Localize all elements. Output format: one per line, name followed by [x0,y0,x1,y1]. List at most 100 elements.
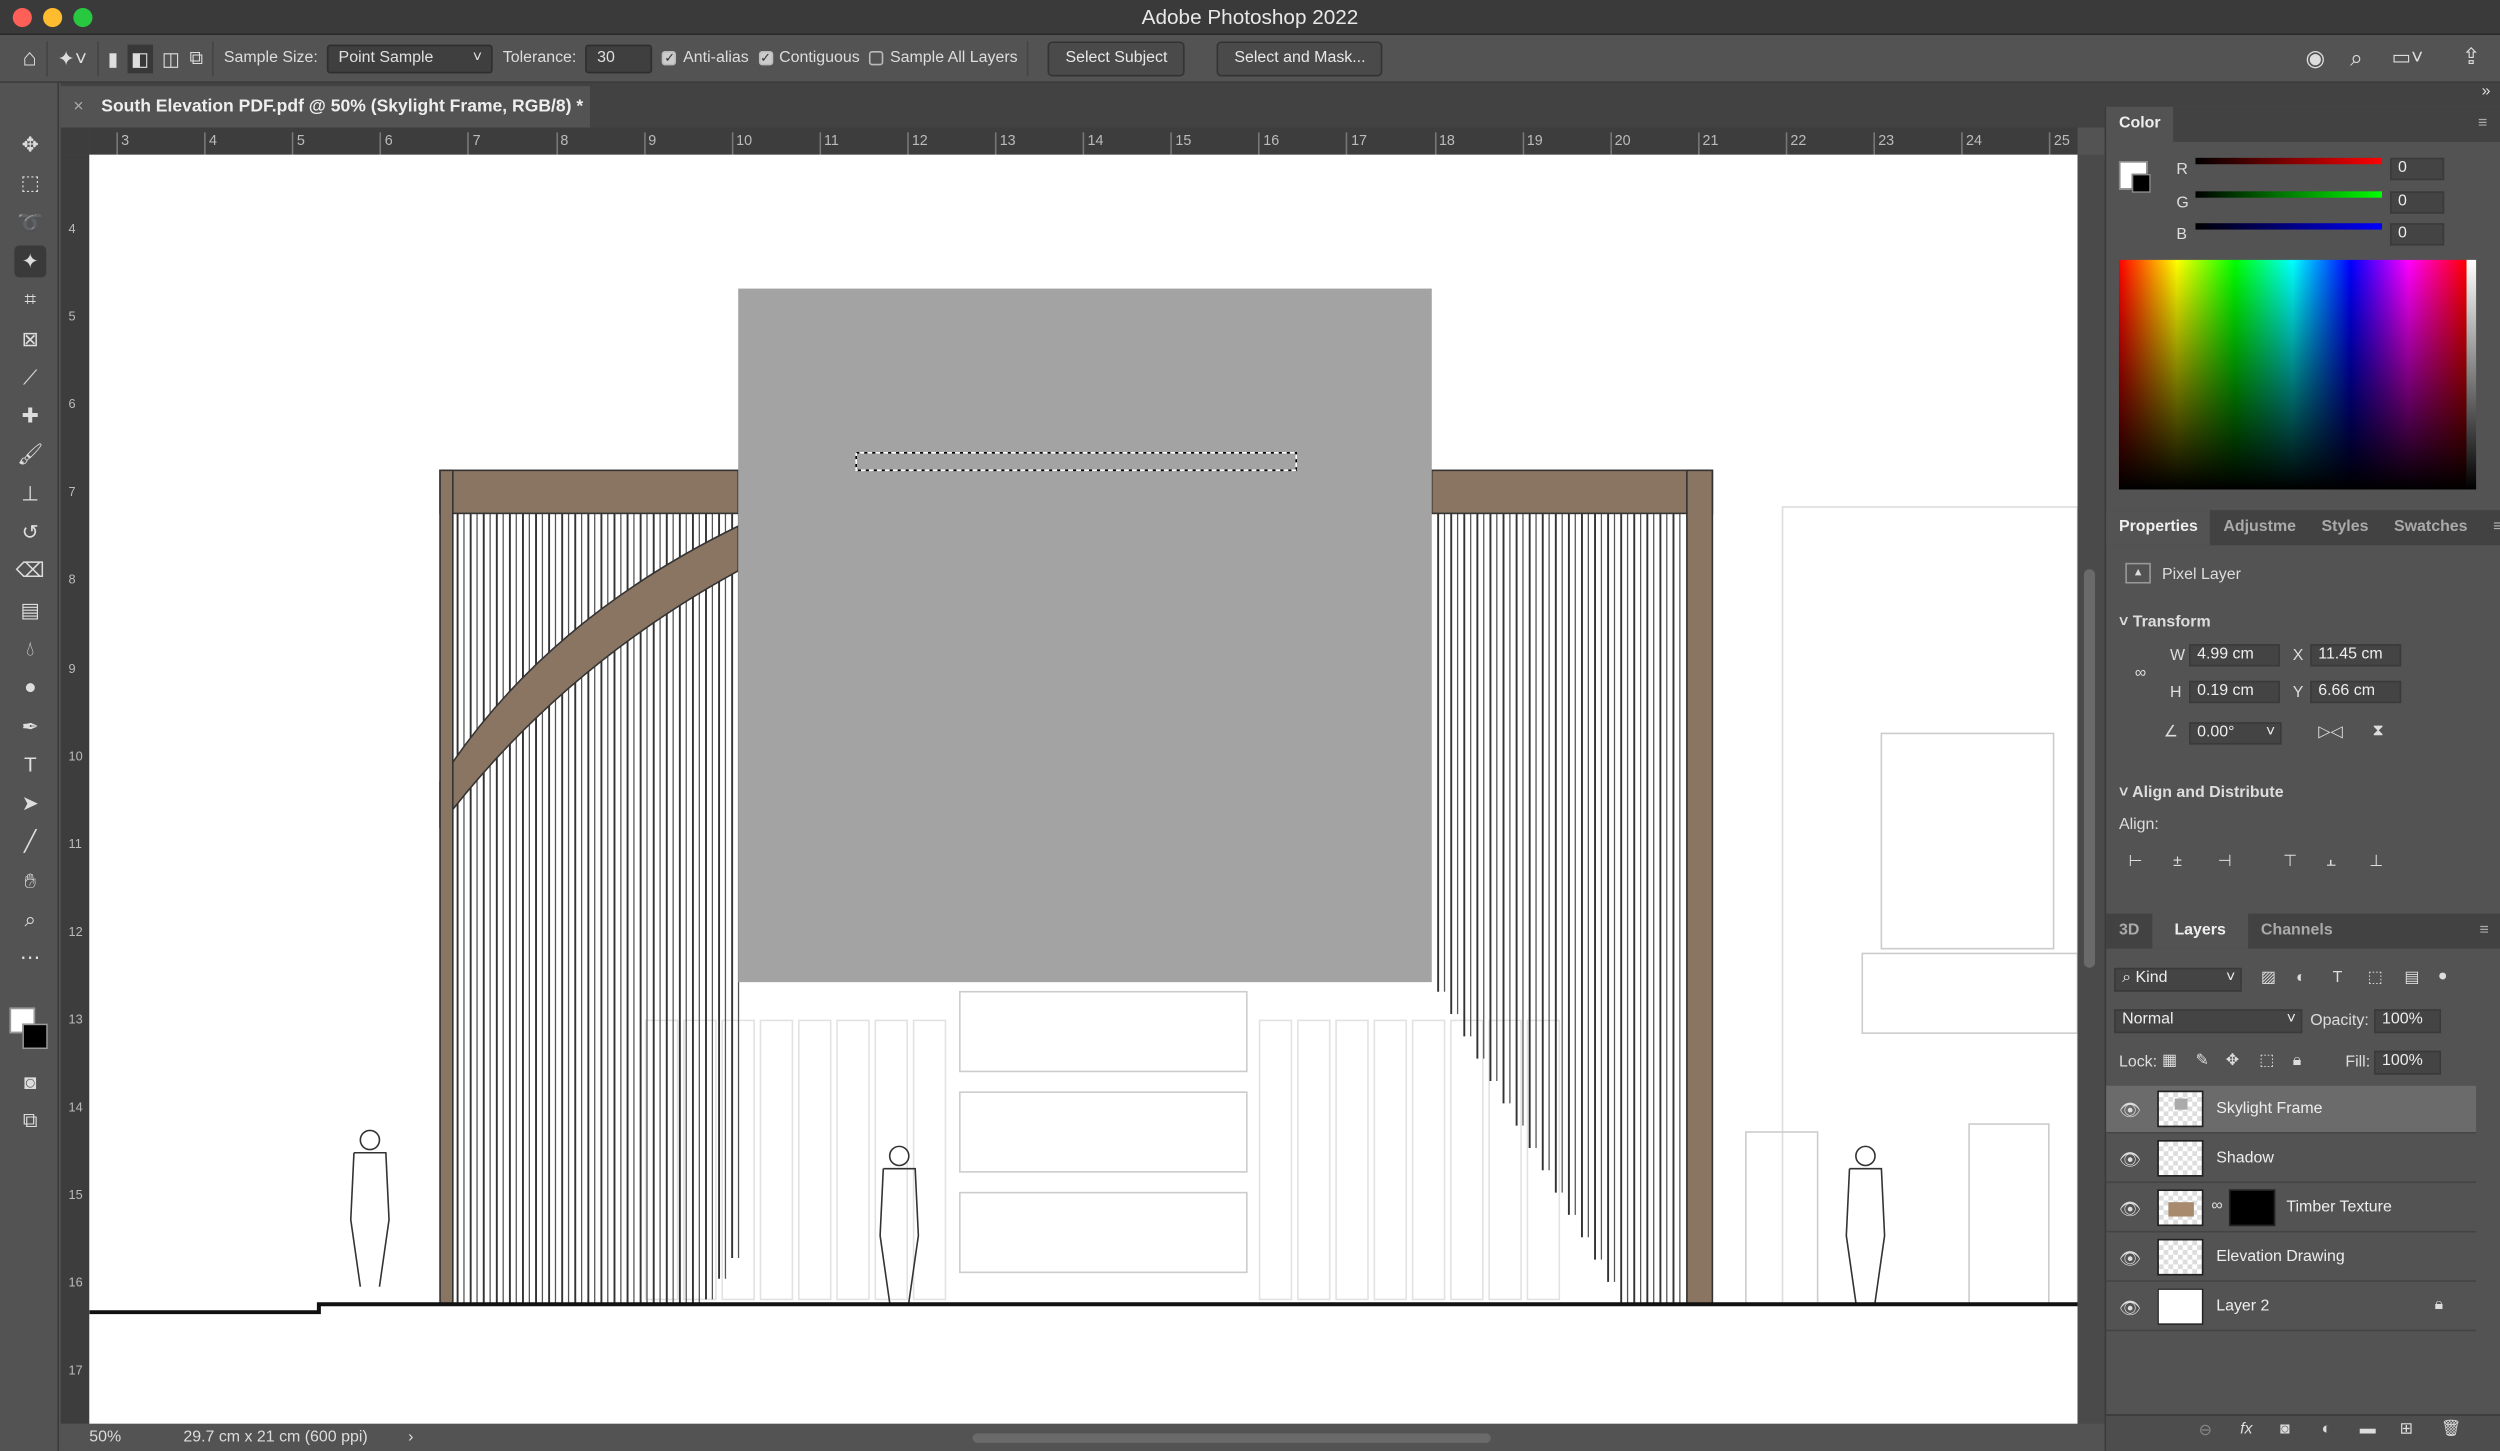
tab-swatches[interactable]: Swatches [2381,510,2480,545]
color-spectrum[interactable] [2118,259,2467,490]
gradient-tool-icon[interactable]: ▤ [14,594,46,626]
document-canvas[interactable] [89,154,2078,1424]
brush-tool-icon[interactable]: 🖌︎ [14,439,46,471]
blend-mode-select[interactable]: Normal ˅ [2114,1009,2303,1034]
tab-styles[interactable]: Styles [2309,510,2381,545]
layer-elevation-drawing[interactable]: 👁︎ Elevation Drawing [2106,1234,2477,1282]
scroll-thumb[interactable] [2083,569,2096,968]
eraser-tool-icon[interactable]: ⌫ [14,555,46,587]
path-selection-tool-icon[interactable]: ➤ [14,788,46,820]
filter-type-icon[interactable]: T [2333,969,2343,987]
adjustment-layer-icon[interactable]: ◐ [2321,1421,2331,1439]
share-icon[interactable]: ⇪ [2462,43,2481,70]
flip-horizontal-icon[interactable]: ▷◁ [2318,724,2343,742]
magic-wand-tool-icon[interactable]: ✦ [14,245,47,278]
workspace-icon[interactable]: ▭˅ [2392,45,2424,71]
status-arrow[interactable]: › [408,1424,413,1451]
filter-adjustment-icon[interactable]: ◐ [2296,969,2306,987]
horizontal-ruler[interactable]: 3 4 5 6 7 8 9 10 11 12 13 14 15 16 17 18 19 20 21 22 23 24 25 [89,127,2078,155]
align-middle-v-icon[interactable]: ⫠ [2326,853,2336,871]
background-color-icon[interactable] [22,1023,48,1050]
red-slider[interactable] [2195,157,2383,165]
angle-field[interactable]: 0.00° ˅ [2189,722,2282,745]
lock-paint-icon[interactable]: ✎ [2195,1052,2208,1070]
b-value[interactable]: 0 [2390,223,2445,246]
new-group-icon[interactable]: ▬ [2360,1421,2376,1439]
intersect-selection-icon[interactable]: ⧉ [189,46,203,70]
close-window-button[interactable] [12,7,32,28]
quick-mask-icon[interactable]: ◙ [14,1067,46,1099]
stamp-tool-icon[interactable]: ⊥ [14,478,46,510]
zoom-tool-icon[interactable]: ⌕ [14,904,46,936]
width-field[interactable]: 4.99 cm [2189,644,2280,667]
delete-layer-icon[interactable]: 🗑︎ [2441,1421,2461,1439]
green-slider[interactable] [2195,191,2383,198]
g-value[interactable]: 0 [2390,191,2445,214]
tab-3d[interactable]: 3D [2106,914,2152,949]
learn-icon[interactable]: ◉ [2306,45,2325,72]
align-left-icon[interactable]: ⊢ [2129,853,2143,871]
frame-tool-icon[interactable]: ⊠ [14,323,46,355]
align-distribute-section[interactable]: ˅ Align and Distribute [2119,784,2284,802]
contiguous-checkbox[interactable]: ✓ Contiguous [758,49,860,67]
y-field[interactable]: 6.66 cm [2310,680,2402,704]
align-bottom-icon[interactable]: ⊥ [2369,853,2383,871]
transform-section[interactable]: ˅ Transform [2119,614,2211,632]
add-mask-icon[interactable]: ◙ [2280,1421,2290,1439]
panel-collapse-bar[interactable]: » [2104,82,2500,107]
eye-icon[interactable]: 👁︎ [2119,1298,2141,1318]
dodge-tool-icon[interactable]: ● [14,672,46,704]
select-and-mask-button[interactable]: Select and Mask... [1216,40,1384,76]
lock-all-icon[interactable]: 🔒︎ [2293,1052,2301,1070]
layer-skylight-frame[interactable]: 👁︎ Skylight Frame [2106,1085,2477,1134]
align-right-icon[interactable]: ⊣ [2218,853,2232,871]
anti-alias-checkbox[interactable]: ✓ Anti-alias [662,49,749,67]
lock-transparent-icon[interactable]: ▦ [2162,1052,2177,1070]
layer-filter-select[interactable]: ⌕ Kind ˅ [2114,967,2242,992]
healing-brush-tool-icon[interactable]: ✚ [14,400,46,432]
new-layer-icon[interactable]: ⊞ [2400,1421,2413,1439]
new-selection-icon[interactable]: ▮ [108,47,119,69]
tab-channels[interactable]: Channels [2248,914,2345,949]
r-value[interactable]: 0 [2390,157,2445,181]
history-brush-tool-icon[interactable]: ↺ [14,517,46,549]
filter-shape-icon[interactable]: ⬚ [2368,969,2383,987]
filter-toggle-icon[interactable]: ● [2438,968,2448,986]
select-subject-button[interactable]: Select Subject [1047,40,1185,76]
filter-pixel-icon[interactable]: ▨ [2261,969,2276,987]
fill-field[interactable]: 100% [2374,1050,2442,1075]
marquee-tool-icon[interactable]: ⬚ [14,168,46,200]
vertical-scrollbar[interactable] [2077,154,2105,1424]
zoom-level[interactable]: 50% [89,1424,121,1451]
crop-tool-icon[interactable]: ⌗ [14,284,46,316]
magic-wand-preset-icon[interactable]: ✦˅ [57,45,86,71]
filter-smart-object-icon[interactable]: ▤ [2404,969,2419,987]
sample-all-layers-checkbox[interactable]: Sample All Layers [869,49,1018,67]
pen-tool-icon[interactable]: ✒︎ [14,710,46,742]
search-icon[interactable]: ⌕ [2350,45,2363,72]
move-tool-icon[interactable]: ✥ [14,129,46,161]
type-tool-icon[interactable]: T [14,749,46,781]
background-color-swatch[interactable] [2131,173,2151,193]
tab-color[interactable]: Color [2106,106,2174,142]
layer-shadow[interactable]: 👁︎ Shadow [2106,1135,2477,1184]
grayscale-ramp[interactable] [2466,259,2477,490]
mask-link-icon[interactable]: ∞ [2211,1197,2222,1215]
eye-icon[interactable]: 👁︎ [2119,1150,2141,1170]
add-to-selection-icon[interactable]: ◧ [127,43,153,73]
close-tab-icon[interactable]: × [73,97,83,116]
zoom-window-button[interactable] [73,7,93,28]
lasso-tool-icon[interactable]: ➰ [14,207,46,239]
flip-vertical-icon[interactable]: ⧗ [2372,722,2383,740]
tab-adjustments[interactable]: Adjustme [2211,510,2309,545]
panel-menu-icon[interactable]: ≡ [2467,914,2500,949]
hand-tool-icon[interactable]: ✋︎ [14,865,46,897]
layer-timber-texture[interactable]: 👁︎ ∞ Timber Texture [2106,1185,2477,1233]
align-top-icon[interactable]: ⊤ [2283,853,2297,871]
document-tab[interactable]: × South Elevation PDF.pdf @ 50% (Skyligh… [60,86,590,128]
lock-artboard-icon[interactable]: ⬚ [2259,1052,2274,1070]
panel-menu-icon[interactable]: ≡ [2480,510,2500,545]
tolerance-input[interactable]: 30 [585,43,653,73]
align-center-h-icon[interactable]: ± [2173,853,2182,871]
lock-position-icon[interactable]: ✥ [2226,1052,2239,1070]
